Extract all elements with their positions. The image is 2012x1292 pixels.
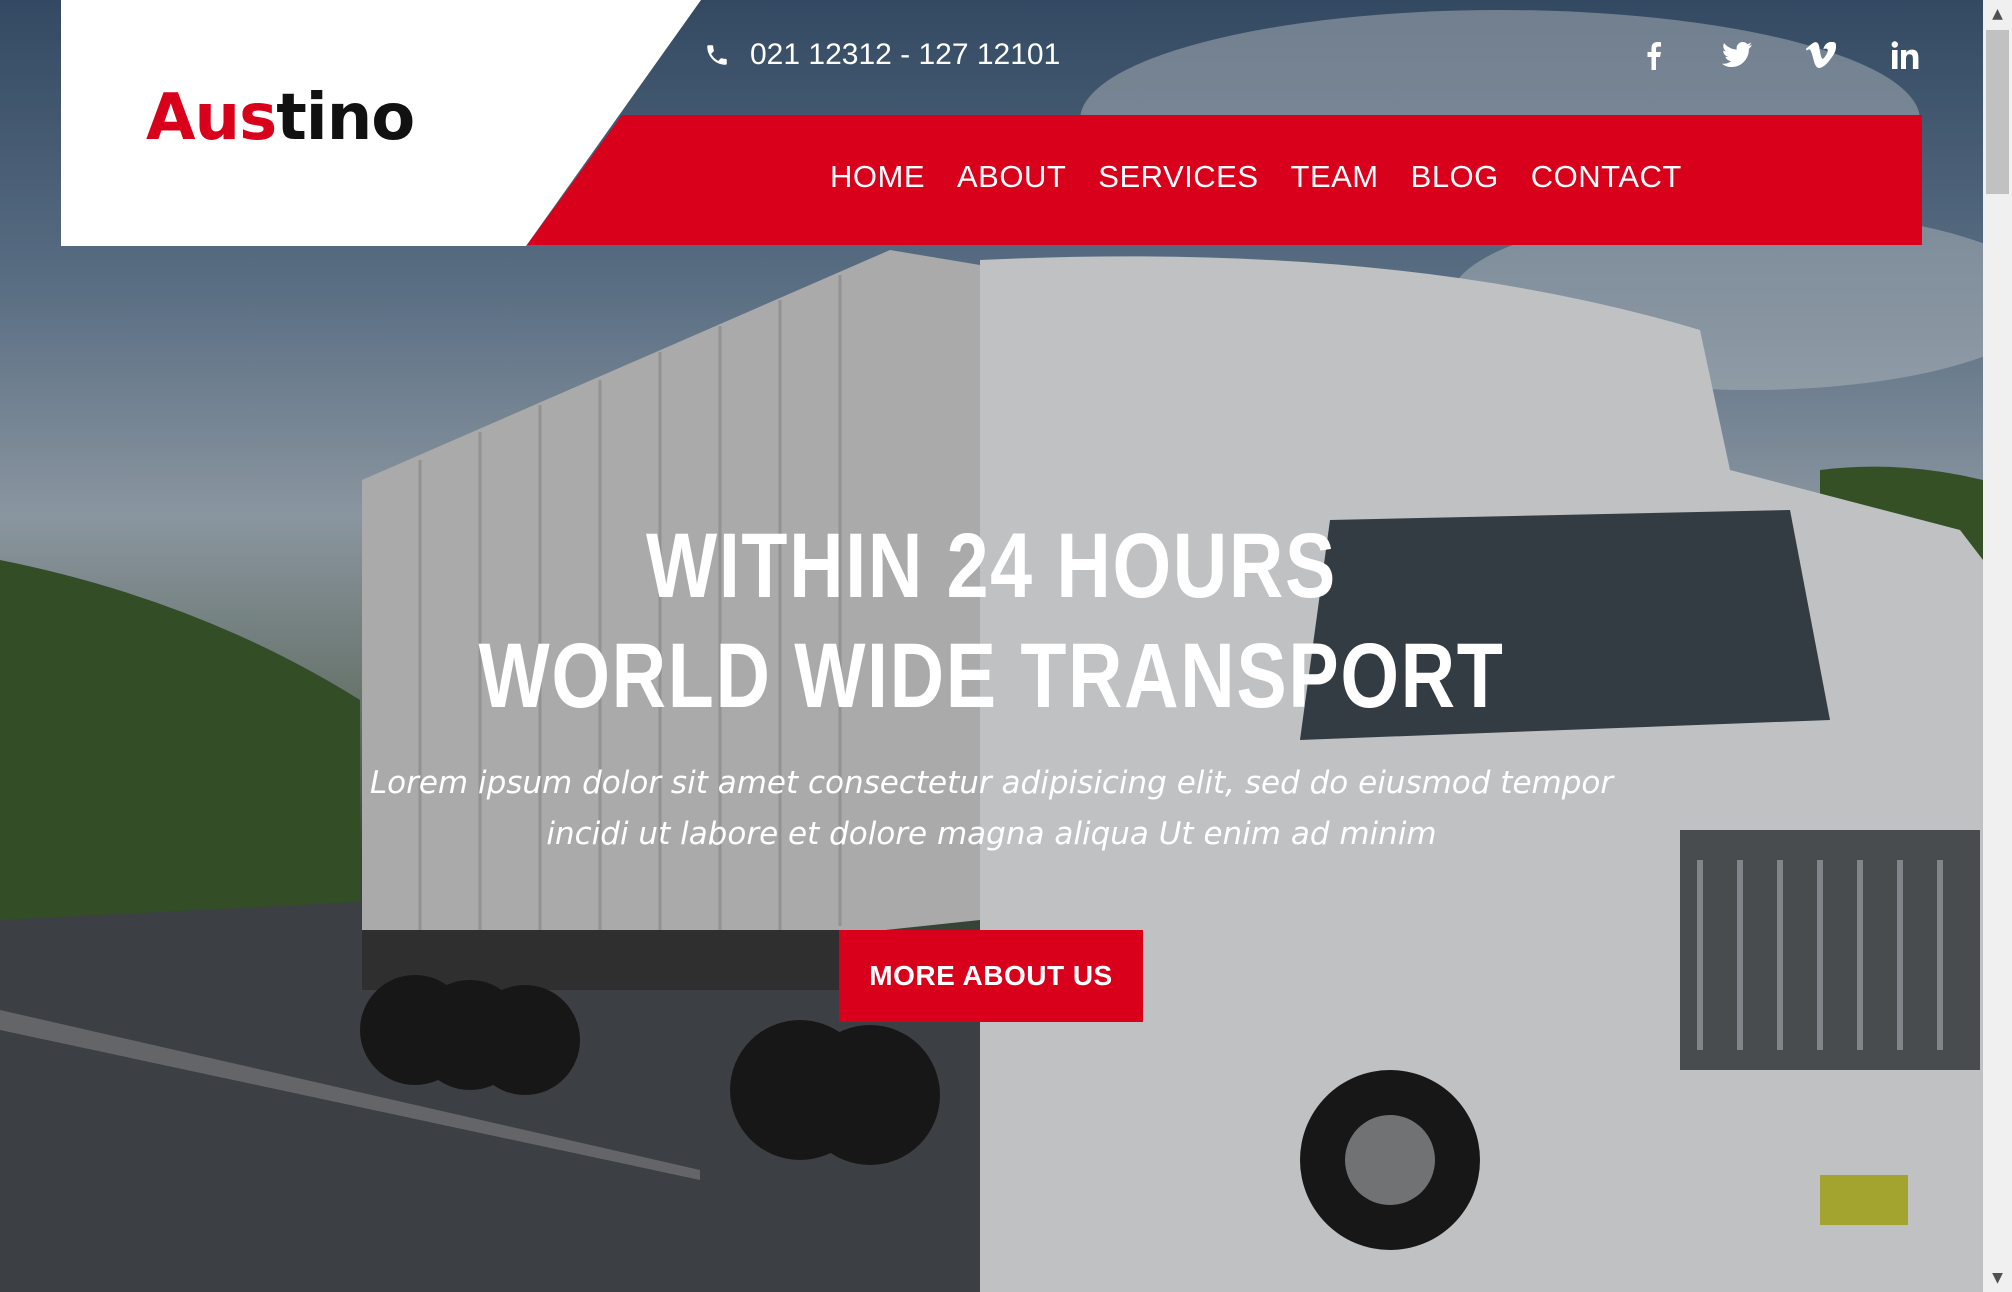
hero-description: Lorem ipsum dolor sit amet consectetur a… [0, 758, 1983, 860]
linkedin-icon[interactable] [1890, 38, 1920, 72]
phone-icon [707, 45, 727, 65]
site-logo[interactable]: Austino [146, 86, 415, 150]
nav-item-about[interactable]: ABOUT [957, 159, 1066, 195]
twitter-icon[interactable] [1722, 38, 1752, 72]
logo-text-main: tino [276, 81, 415, 155]
main-nav: HOME ABOUT SERVICES TEAM BLOG CONTACT [830, 159, 1682, 195]
hero-description-line-2: incidi ut labore et dolore magna aliqua … [546, 816, 1437, 852]
nav-item-team[interactable]: TEAM [1291, 159, 1379, 195]
phone-number: 021 12312 - 127 12101 [750, 38, 1061, 71]
topbar-phone: 021 12312 - 127 12101 [704, 38, 1060, 72]
logo-text-accent: Aus [146, 81, 277, 155]
hero-title-line-2: WORLD WIDE TRANSPORT [478, 625, 1505, 727]
hero-description-line-1: Lorem ipsum dolor sit amet consectetur a… [369, 765, 1614, 801]
scroll-up-arrow-icon[interactable]: ▲ [1983, 0, 2012, 28]
hero-title-line-1: WITHIN 24 HOURS [645, 515, 1338, 617]
nav-item-contact[interactable]: CONTACT [1531, 159, 1682, 195]
social-links [1638, 38, 1920, 72]
page-scrollbar[interactable]: ▲ ▼ [1983, 0, 2012, 1292]
vimeo-icon[interactable] [1806, 38, 1836, 72]
nav-item-services[interactable]: SERVICES [1098, 159, 1258, 195]
scrollbar-thumb[interactable] [1986, 30, 2009, 194]
facebook-icon[interactable] [1638, 38, 1668, 72]
more-about-us-button[interactable]: MORE ABOUT US [839, 930, 1143, 1022]
nav-item-home[interactable]: HOME [830, 159, 925, 195]
nav-item-blog[interactable]: BLOG [1411, 159, 1499, 195]
scroll-down-arrow-icon[interactable]: ▼ [1983, 1264, 2012, 1292]
